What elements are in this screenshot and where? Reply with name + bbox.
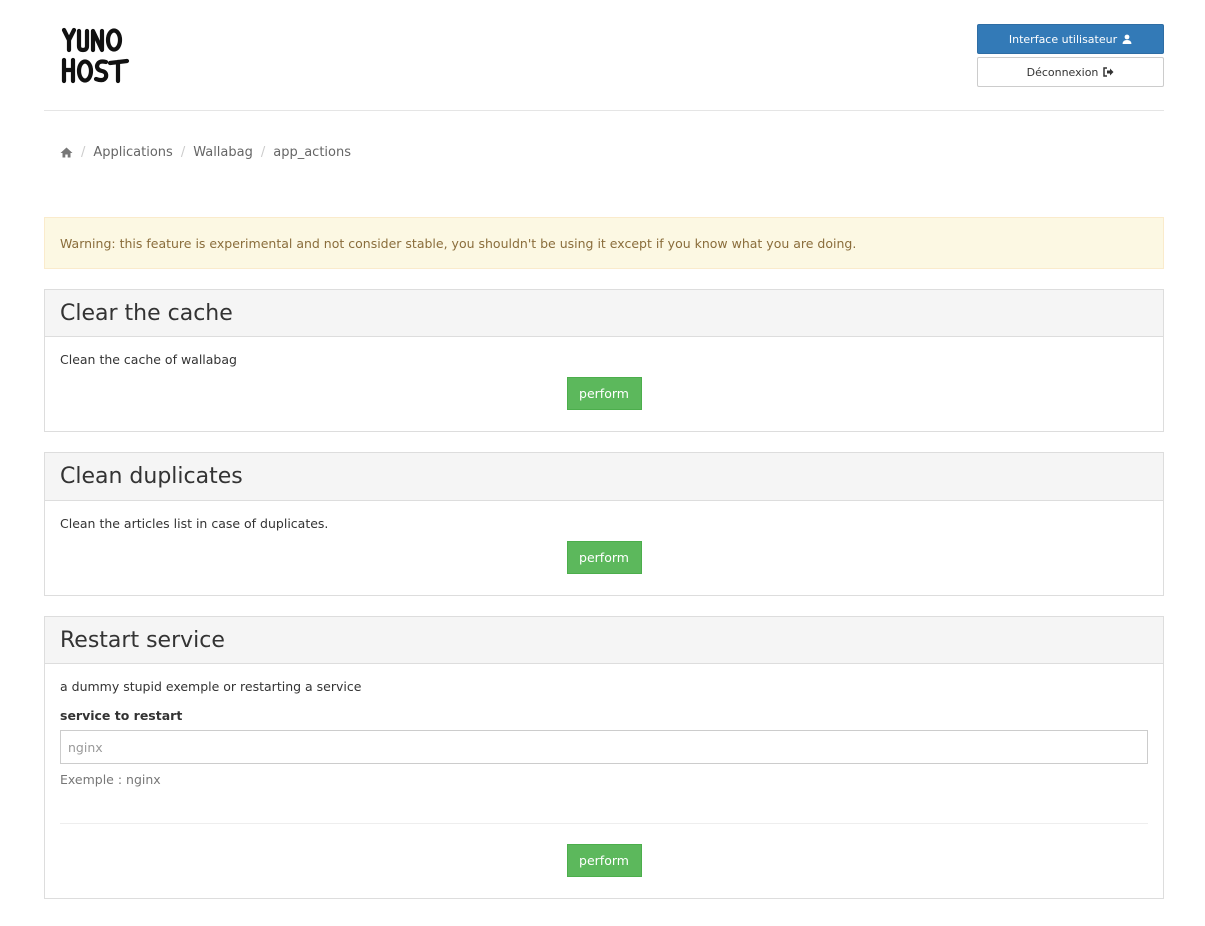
perform-button-clear-cache[interactable]: perform [566, 377, 642, 410]
top-buttons: Interface utilisateur Déconnexion [977, 24, 1164, 87]
user-icon [1122, 34, 1132, 44]
perform-button-clean-duplicates[interactable]: perform [566, 541, 642, 574]
sign-out-icon [1103, 67, 1114, 77]
breadcrumb-separator: / [260, 145, 266, 160]
action-description: Clean the articles list in case of dupli… [60, 516, 329, 531]
action-description: Clean the cache of wallabag [60, 352, 237, 367]
panel-heading: Clean duplicates [45, 453, 1163, 501]
home-icon[interactable] [60, 147, 73, 158]
warning-alert: Warning: this feature is experimental an… [44, 217, 1164, 269]
breadcrumb-applications[interactable]: Applications [93, 145, 172, 160]
panel-heading: Restart service [45, 617, 1163, 664]
logout-button[interactable]: Déconnexion [977, 57, 1164, 87]
breadcrumb-separator: / [81, 145, 86, 160]
panel-heading: Clear the cache [45, 290, 1163, 337]
action-description: a dummy stupid exemple or restarting a s… [60, 679, 362, 694]
page: Interface utilisateur Déconnexion / Appl… [44, 0, 1164, 899]
breadcrumb: / Applications / Wallabag / app_actions [60, 145, 351, 160]
panel-body: Clean the articles list in case of dupli… [45, 501, 1163, 574]
panel-title: Restart service [60, 627, 225, 653]
header: Interface utilisateur Déconnexion [44, 0, 1164, 111]
user-interface-label: Interface utilisateur [1008, 32, 1118, 46]
action-panel-clear-cache: Clear the cache Clean the cache of walla… [44, 289, 1164, 432]
user-interface-button[interactable]: Interface utilisateur [977, 24, 1164, 54]
yunohost-logo[interactable] [60, 24, 132, 86]
service-field-help: Exemple : nginx [60, 772, 161, 787]
service-field-label: service to restart [60, 708, 183, 723]
panel-body: Clean the cache of wallabag perform [45, 337, 1163, 410]
breadcrumb-separator: / [180, 145, 186, 160]
logout-label: Déconnexion [1026, 65, 1099, 79]
panel-title: Clean duplicates [60, 464, 243, 489]
action-panel-restart-service: Restart service a dummy stupid exemple o… [44, 616, 1164, 899]
perform-button-restart-service[interactable]: perform [566, 844, 642, 877]
panel-title: Clear the cache [60, 300, 233, 326]
breadcrumb-current: app_actions [273, 145, 352, 160]
breadcrumb-wallabag[interactable]: Wallabag [193, 145, 253, 160]
form-divider [60, 823, 1148, 824]
panel-body: a dummy stupid exemple or restarting a s… [45, 664, 1163, 877]
action-panel-clean-duplicates: Clean duplicates Clean the articles list… [44, 452, 1164, 596]
service-input[interactable] [60, 730, 1148, 764]
warning-text: Warning: this feature is experimental an… [60, 235, 857, 251]
